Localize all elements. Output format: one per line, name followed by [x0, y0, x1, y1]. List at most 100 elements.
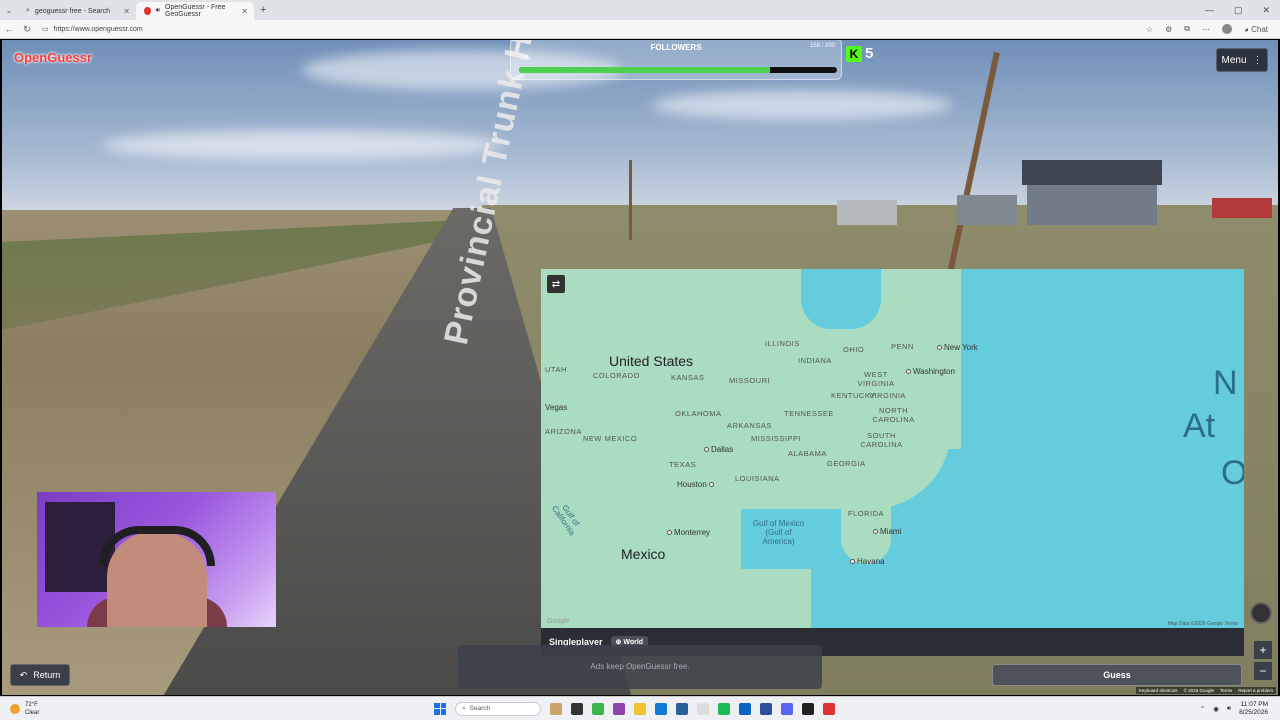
map-city-monterrey: Monterrey [667, 528, 710, 537]
app-icon[interactable] [613, 702, 625, 715]
map-label-state: LOUISIANA [735, 474, 780, 483]
close-tab-icon[interactable]: ✕ [241, 7, 248, 16]
app-icon[interactable] [592, 702, 604, 715]
menu-label: Menu [1221, 54, 1247, 66]
taskbar-search[interactable]: ⌕ Search [455, 701, 541, 716]
footer-link[interactable]: Terms [1220, 688, 1232, 693]
task-view-icon[interactable] [571, 702, 583, 715]
browser-tab-bar: ⌄ ⌕ geoguessr free - Search ✕ 🔊︎ OpenGue… [0, 0, 1280, 20]
map-label-state: KANSAS [671, 373, 705, 382]
map-city-new-york: New York [937, 343, 978, 352]
followers-percent: 79% [519, 56, 532, 62]
footer-link[interactable]: Report a problem [1238, 688, 1273, 693]
toolbar-right: ☆ ⚙ ⧉ ⋯ ◕ Chat [1146, 24, 1280, 34]
app-icon[interactable] [802, 702, 814, 715]
map-label-state: SOUTH CAROLINA [860, 431, 903, 449]
search-icon: ⌕ [26, 7, 30, 14]
followers-title: FOLLOWERS [650, 43, 702, 52]
taskbar-apps: ⌕ Search [434, 701, 835, 716]
map-label-country: United States [609, 353, 694, 369]
google-footer: Keyboard shortcuts © 2026 Google Terms R… [1135, 687, 1276, 694]
app-icon[interactable] [823, 702, 835, 715]
map-size-toggle-icon[interactable]: ⇄ [547, 275, 565, 293]
collections-icon[interactable]: ⧉ [1184, 24, 1190, 34]
back-icon[interactable]: ← [0, 24, 18, 34]
edge-icon[interactable] [655, 702, 667, 715]
headset-icon [99, 526, 215, 566]
refresh-icon[interactable]: ↻ [18, 24, 36, 35]
zoom-out-icon[interactable]: − [1254, 662, 1272, 680]
spotify-icon[interactable] [718, 702, 730, 715]
favorite-icon[interactable]: ☆ [1146, 25, 1153, 34]
search-icon: ⌕ [462, 704, 466, 712]
tray-chevron-icon[interactable]: ⌃ [1200, 705, 1205, 713]
map-city-washington: Washington [906, 367, 955, 376]
kick-icon: K [846, 45, 862, 62]
guess-button[interactable]: Guess [992, 664, 1242, 686]
zoom-in-icon[interactable]: + [1254, 641, 1272, 659]
more-icon[interactable]: ⋯ [1202, 25, 1210, 34]
followers-progress-fill [519, 67, 771, 73]
tab-actions-icon[interactable]: ⌄ [0, 6, 18, 15]
weather-widget[interactable]: 72°F Clear [0, 701, 120, 717]
app-icon[interactable] [760, 702, 772, 715]
network-icon[interactable]: ◉ [1213, 705, 1219, 713]
map-label-state: MISSOURI [729, 376, 771, 385]
url-field[interactable]: ▭ https://www.openguessr.com [42, 25, 143, 34]
map-label-state: INDIANA [798, 356, 832, 365]
return-label: Return [33, 670, 61, 680]
footer-text: © 2026 Google [1183, 688, 1214, 693]
openguessr-favicon-icon [144, 7, 151, 15]
map-label-state: OHIO [843, 345, 865, 354]
volume-icon[interactable]: 🔊︎ [1227, 705, 1231, 713]
map-attribution[interactable]: Map Data ©2026 Google Terms [1168, 621, 1238, 627]
map-label-state: GEORGIA [827, 459, 866, 468]
minimize-icon[interactable]: — [1205, 5, 1214, 16]
map-label-state: OKLAHOMA [675, 409, 722, 418]
kebab-icon: ⋮ [1252, 54, 1263, 66]
map-label-ocean-partial: O [1221, 454, 1244, 492]
map-label-state: MISSISSIPPI [751, 434, 802, 443]
openguessr-logo[interactable]: OpenGuessr [14, 50, 92, 65]
close-tab-icon[interactable]: ✕ [123, 7, 130, 16]
system-tray: ⌃ ◉ 🔊︎ 11:07 PM 8/25/2026 [1200, 701, 1280, 717]
widgets-icon[interactable] [550, 702, 562, 715]
clock-time: 11:07 PM [1240, 700, 1268, 708]
new-tab-button[interactable]: + [260, 4, 266, 16]
tab-openguessr[interactable]: 🔊︎ OpenGuessr - Free GeoGuessr ✕ [136, 2, 254, 20]
windows-start-icon[interactable] [434, 702, 446, 715]
tab-search[interactable]: ⌕ geoguessr free - Search ✕ [18, 2, 136, 20]
notepad-icon[interactable] [697, 702, 709, 715]
app-icon[interactable] [676, 702, 688, 715]
chat-button[interactable]: ◕ Chat [1244, 25, 1268, 34]
maximize-icon[interactable]: ▢ [1234, 5, 1243, 16]
map-city-vegas: Vegas [545, 403, 568, 412]
map-label-state: ARIZONA [545, 427, 582, 436]
extensions-icon[interactable]: ⚙ [1165, 25, 1172, 34]
weather-desc: Clear [25, 709, 40, 716]
webcam-overlay [37, 492, 276, 627]
map-city-houston: Houston [677, 480, 716, 489]
map-city-dallas: Dallas [704, 445, 733, 454]
kick-count: 5 [865, 45, 874, 62]
close-window-icon[interactable]: ✕ [1262, 5, 1270, 16]
footer-link[interactable]: Keyboard shortcuts [1139, 688, 1178, 693]
map-label-state: NORTH CAROLINA [872, 406, 915, 424]
discord-icon[interactable] [781, 702, 793, 715]
return-button[interactable]: ↶ Return [10, 664, 70, 686]
map-label-state: ALABAMA [788, 449, 827, 458]
file-explorer-icon[interactable] [634, 702, 646, 715]
guess-map[interactable]: ⇄ United States Mexico UTAH COLORADO KAN… [541, 269, 1244, 628]
outlook-icon[interactable] [739, 702, 751, 715]
url-text: https://www.openguessr.com [53, 25, 143, 33]
map-label-ocean-partial: N [1213, 364, 1238, 402]
compass-icon[interactable] [1250, 602, 1272, 624]
speaker-icon[interactable]: 🔊︎ [156, 7, 160, 15]
weather-temp: 72°F [25, 701, 38, 708]
profile-avatar[interactable] [1222, 24, 1233, 34]
site-info-icon[interactable]: ▭ [42, 25, 49, 33]
menu-button[interactable]: Menu ⋮ [1216, 48, 1268, 72]
window-controls: — ▢ ✕ [1205, 5, 1280, 16]
map-label-gulf: Gulf of Mexico (Gulf of America) [752, 519, 805, 546]
taskbar-clock[interactable]: 11:07 PM 8/25/2026 [1239, 701, 1268, 717]
